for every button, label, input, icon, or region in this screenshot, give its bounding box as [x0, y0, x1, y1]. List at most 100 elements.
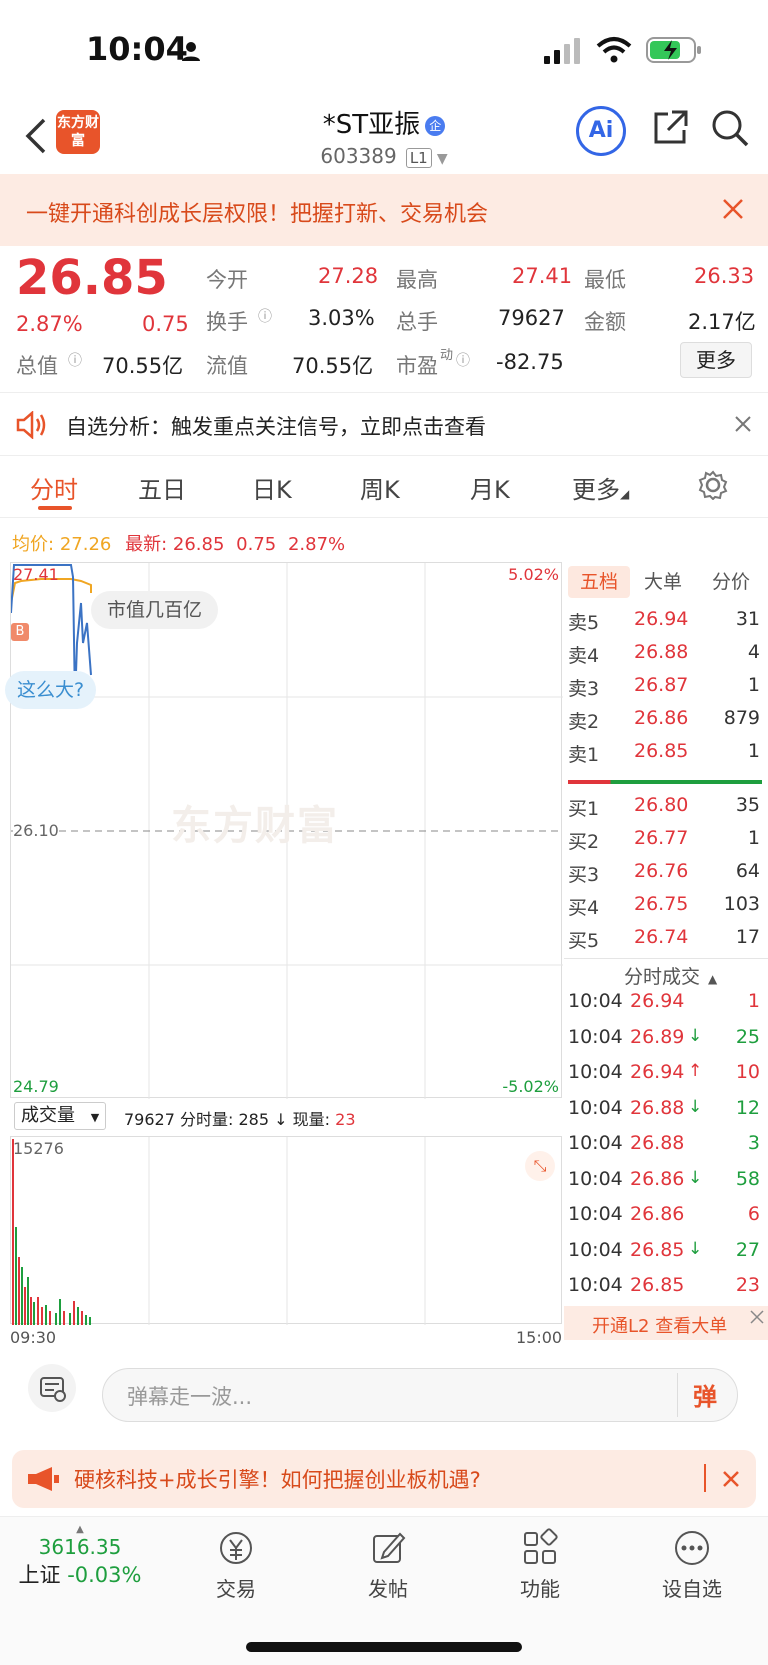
trade-time: 10:04 [568, 1061, 623, 1083]
home-indicator [246, 1642, 522, 1652]
volume-chart[interactable]: 15276 ⤡ [10, 1136, 562, 1325]
trade-price: 26.86 [630, 1167, 685, 1190]
danmu-bubble[interactable]: 市值几百亿 [91, 591, 219, 629]
trades-header[interactable]: 分时成交 ▲ [624, 962, 717, 989]
book-row-label: 买2 [568, 831, 600, 853]
danmu-bubble[interactable]: 这么大? [5, 671, 97, 709]
intraday-chart[interactable]: 东方财富 27.41 26.10 24.79 5.02% -5.02% B 市值… [5, 562, 563, 1099]
pe-sup: 动 [440, 348, 454, 363]
book-tab-large[interactable]: 大单 [644, 566, 682, 598]
search-icon[interactable] [710, 108, 750, 148]
trade-volume: 12 [735, 1096, 760, 1119]
book-row-label: 买1 [568, 798, 600, 820]
buy-marker[interactable]: B [11, 623, 29, 641]
axis-bottom-left: 24.79 [13, 1077, 59, 1096]
book-tab-price[interactable]: 分价 [712, 566, 750, 598]
trade-price: 26.94 [630, 990, 685, 1012]
danmu-input[interactable]: 弹幕走一波... 弹 [102, 1368, 738, 1422]
danmu-send-button[interactable]: 弹 [693, 1377, 717, 1412]
avg-label: 均价: [12, 534, 55, 555]
close-icon[interactable] [722, 1470, 740, 1488]
book-tab-five[interactable]: 五档 [568, 566, 630, 598]
latest-label: 最新: [125, 534, 168, 555]
tab-more[interactable]: 更多◢ [572, 470, 629, 505]
info-icon[interactable]: ⓘ [456, 350, 470, 370]
axis-bottom-right: -5.02% [502, 1077, 559, 1096]
book-row[interactable]: 卖1 26.85 1 [564, 740, 762, 768]
l2-link-bar[interactable]: 开通L2 查看大单 [564, 1306, 768, 1340]
nav-trade[interactable]: 交易 [186, 1528, 286, 1602]
caret-down-icon: ▼ [436, 151, 448, 167]
l2-link-text: 开通L2 查看大单 [592, 1316, 728, 1337]
expand-icon[interactable]: ⤡ [525, 1151, 555, 1181]
turnover-label: 换手 [206, 310, 248, 334]
tab-five-day[interactable]: 五日 [138, 470, 186, 505]
book-row-price: 26.88 [634, 641, 689, 663]
nav-functions[interactable]: 功能 [490, 1528, 590, 1602]
book-row[interactable]: 买3 26.76 64 [564, 860, 762, 888]
trade-row: 10:04 26.85 ↓ 27 [564, 1239, 762, 1267]
trade-price: 26.88 [630, 1132, 685, 1154]
megaphone-icon [28, 1467, 59, 1491]
danmu-settings-icon[interactable] [28, 1364, 76, 1412]
enterprise-badge-icon: 企 [425, 116, 446, 136]
book-row[interactable]: 卖5 26.94 31 [564, 608, 762, 636]
book-row-volume: 1 [747, 827, 760, 849]
info-icon[interactable]: ⓘ [68, 350, 82, 370]
book-row[interactable]: 买5 26.74 17 [564, 926, 762, 954]
change-amt: 0.75 [142, 312, 189, 336]
axis-top-left: 27.41 [13, 565, 59, 584]
tab-month-k[interactable]: 月K [470, 470, 510, 505]
volume-info: 79627 分时量: 285 ↓ 现量: 23 [124, 1106, 356, 1130]
tab-intraday[interactable]: 分时 [30, 470, 78, 505]
volume-selector[interactable]: 成交量 ▼ [14, 1102, 107, 1130]
close-icon[interactable] [734, 415, 752, 433]
latest-pct: 2.87% [287, 534, 346, 555]
trade-direction: ↓ [688, 1096, 703, 1117]
status-bar: 10:04 [0, 0, 768, 100]
trade-time: 10:04 [568, 1203, 623, 1225]
tab-day-k[interactable]: 日K [252, 470, 292, 505]
dropdown-icon: ▼ [90, 1111, 100, 1124]
trade-volume: 23 [735, 1274, 760, 1296]
more-button[interactable]: 更多 [680, 342, 752, 378]
book-row-price: 26.80 [634, 794, 689, 816]
tab-week-k[interactable]: 周K [360, 470, 400, 505]
trade-time: 10:04 [568, 990, 623, 1012]
settings-gear-icon[interactable] [698, 470, 728, 500]
book-row-volume: 879 [723, 707, 760, 729]
nav-add-watchlist[interactable]: 设自选 [642, 1528, 742, 1602]
caret-up-icon: ▲ [708, 972, 718, 986]
book-row[interactable]: 卖2 26.86 879 [564, 707, 762, 735]
book-row-label: 卖3 [568, 678, 600, 700]
book-row-label: 买5 [568, 930, 600, 952]
trade-volume: 1 [747, 990, 760, 1012]
signal-bar[interactable]: 自选分析：触发重点关注信号，立即点击查看 [0, 392, 768, 456]
bottom-banner[interactable]: 硬核科技+成长引擎！如何把握创业板机遇? [12, 1450, 756, 1508]
nav-post[interactable]: 发帖 [338, 1528, 438, 1602]
float-label: 流值 [206, 354, 248, 378]
promo-banner[interactable]: 一键开通科创成长层权限！把握打新、交易机会 [0, 174, 768, 246]
book-row-price: 26.87 [634, 674, 689, 696]
info-icon[interactable]: ⓘ [258, 306, 272, 326]
book-row[interactable]: 买1 26.80 35 [564, 794, 762, 822]
trade-row: 10:04 26.85 23 [564, 1274, 762, 1302]
amount-value: 2.17亿 [688, 310, 756, 334]
book-row[interactable]: 买2 26.77 1 [564, 827, 762, 855]
close-icon[interactable] [722, 198, 744, 220]
book-row[interactable]: 卖4 26.88 4 [564, 641, 762, 669]
book-row-label: 买4 [568, 897, 600, 919]
tab-underline [38, 506, 72, 510]
volume-svg [12, 1137, 426, 1325]
ai-button[interactable]: Ai [576, 106, 626, 156]
trade-time: 10:04 [568, 1238, 623, 1261]
index-value: 3616.35 [38, 1535, 122, 1559]
axis-top-right: 5.02% [508, 565, 559, 584]
book-row[interactable]: 卖3 26.87 1 [564, 674, 762, 702]
book-row[interactable]: 买4 26.75 103 [564, 893, 762, 921]
share-icon[interactable] [650, 108, 690, 148]
index-widget[interactable]: ▲ 3616.35 上证 -0.03% [0, 1524, 160, 1589]
trade-price: 26.94 [630, 1061, 685, 1083]
axis-mid-left: 26.10 [13, 821, 59, 840]
close-icon[interactable] [750, 1310, 764, 1324]
